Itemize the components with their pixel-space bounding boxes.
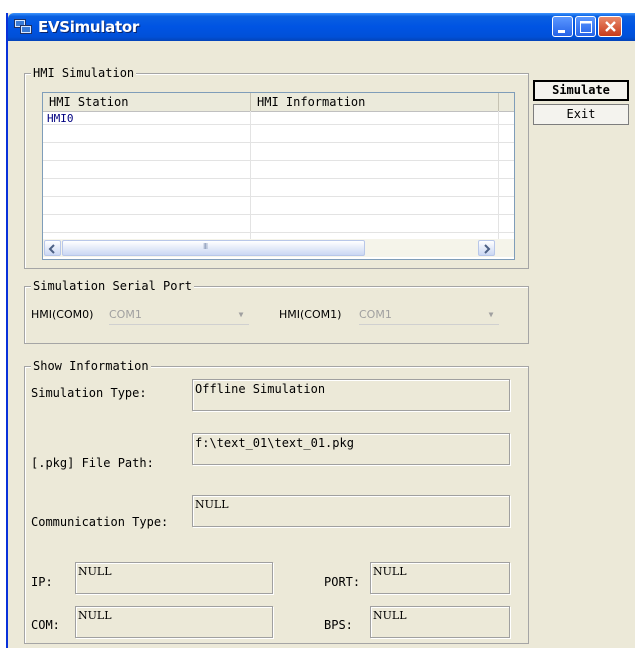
chevron-down-icon: ▼ (238, 310, 244, 319)
show-information-group: Show Information Simulation Type: Offlin… (24, 358, 529, 644)
combo-underline (109, 324, 249, 325)
simulation-type-field: Offline Simulation (192, 379, 510, 411)
serial-port-group: Simulation Serial Port HMI(COM0) COM1 ▼ … (24, 278, 529, 344)
pkg-path-label: [.pkg] File Path: (31, 456, 154, 470)
minimize-icon (558, 30, 565, 33)
port-label: PORT: (324, 575, 361, 589)
table-row[interactable] (43, 184, 514, 197)
maximize-icon (580, 21, 592, 33)
chevron-down-icon: ▼ (488, 310, 494, 319)
com1-select-value: COM1 (359, 308, 392, 321)
arrow-right-icon (484, 244, 491, 254)
title-bar[interactable]: EVSimulator (8, 13, 635, 41)
com0-label: HMI(COM0) (31, 308, 94, 321)
simulation-type-label: Simulation Type: (31, 386, 147, 400)
ip-field: NULL (75, 562, 273, 594)
simulate-button[interactable]: Simulate (533, 80, 629, 101)
scroll-thumb-grip: III (203, 242, 208, 251)
scroll-left-button[interactable] (44, 240, 61, 256)
pkg-path-field: f:\text_01\text_01.pkg (192, 433, 510, 465)
bps-label: BPS: (324, 618, 353, 632)
column-hmi-station[interactable]: HMI Station (43, 93, 251, 111)
minimize-button[interactable] (552, 16, 573, 37)
communication-type-field: NULL (192, 495, 510, 527)
table-row[interactable] (43, 166, 514, 179)
close-button[interactable] (598, 16, 622, 37)
evsimulator-window: EVSimulator HMI Simulation HMI Station H… (6, 13, 635, 648)
scroll-right-button[interactable] (478, 240, 495, 256)
window-title: EVSimulator (38, 18, 139, 36)
com-field: NULL (75, 606, 273, 638)
bps-field: NULL (370, 606, 510, 638)
arrow-left-icon (48, 244, 55, 254)
table-row[interactable] (43, 202, 514, 215)
table-row[interactable] (43, 220, 514, 233)
horizontal-scrollbar[interactable]: III (43, 239, 514, 257)
table-row[interactable] (43, 130, 514, 143)
cell-hmi-station: HMI0 (47, 112, 74, 125)
close-icon (605, 21, 616, 32)
com-label: COM: (31, 618, 60, 632)
com0-select[interactable]: COM1 ▼ (109, 305, 249, 325)
communication-type-label: Communication Type: (31, 515, 169, 529)
scroll-thumb[interactable]: III (62, 240, 365, 256)
com0-select-value: COM1 (109, 308, 142, 321)
hmi-station-list[interactable]: HMI Station HMI Information HMI0 III (42, 92, 515, 260)
port-field: NULL (370, 562, 510, 594)
ip-label: IP: (31, 575, 53, 589)
cell-hmi-information (251, 112, 255, 125)
maximize-button[interactable] (575, 16, 596, 37)
list-header: HMI Station HMI Information (43, 93, 514, 112)
serial-port-group-title: Simulation Serial Port (31, 278, 194, 294)
com1-select[interactable]: COM1 ▼ (359, 305, 499, 325)
com1-label: HMI(COM1) (279, 308, 342, 321)
column-hmi-information[interactable]: HMI Information (251, 93, 499, 111)
exit-button[interactable]: Exit (533, 104, 629, 125)
app-icon (14, 19, 32, 34)
table-row[interactable]: HMI0 (43, 112, 514, 125)
combo-underline (359, 324, 499, 325)
hmi-simulation-group: HMI Simulation HMI Station HMI Informati… (24, 65, 529, 269)
table-row[interactable] (43, 148, 514, 161)
show-information-group-title: Show Information (31, 358, 151, 374)
hmi-simulation-group-title: HMI Simulation (31, 65, 137, 81)
